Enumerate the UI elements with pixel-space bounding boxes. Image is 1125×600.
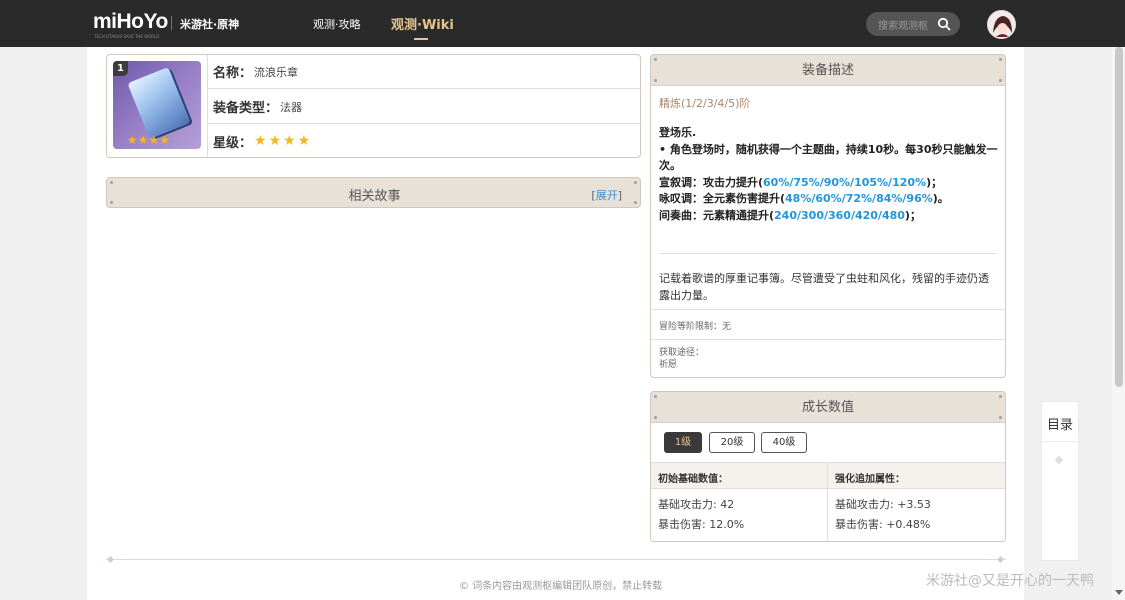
divider — [651, 339, 1005, 340]
flavor-text: 记载着歌谱的厚重记事簿。尽管遭受了虫蛀和风化，残留的手迹仍透露出力量。 — [659, 272, 989, 302]
nav-wiki-link[interactable]: 观测·Wiki — [391, 14, 454, 33]
corner-dot — [654, 395, 657, 398]
acquire-label: 获取途径： — [659, 348, 705, 358]
toc-title[interactable]: 目录 — [1047, 414, 1073, 433]
acquire-info: 获取途径： 祈愿 — [659, 347, 704, 371]
skill-line-prefix: 咏叹调：全元素伤害提升( — [659, 192, 786, 205]
skill-line: • 角色登场时，随机获得一个主题曲，持续10秒。每30秒只能触发一次。 — [659, 142, 998, 173]
expand-link[interactable]: 展开 — [596, 189, 618, 202]
level-tab-20[interactable]: 20级 — [709, 432, 755, 453]
type-row: 装备类型： 法器 — [208, 90, 641, 124]
corner-dot — [654, 58, 657, 61]
divider — [1042, 441, 1080, 442]
bonus-atk-value: 基础攻击力: +3.53 — [835, 498, 931, 511]
rarity-label: 星级： — [213, 135, 253, 151]
logo-tagline: TECH OTAKUS SAVE THE WORLD — [94, 34, 160, 39]
copyright-icon: © — [459, 581, 469, 592]
divider — [651, 309, 1005, 310]
bonus-crit-value: 暴击伤害: +0.48% — [835, 518, 931, 531]
skill-line: 宣叙调：攻击力提升(60%/75%/90%/105%/120%)； — [659, 175, 999, 192]
top-navbar: miHoYo TECH OTAKUS SAVE THE WORLD 米游社·原神… — [0, 0, 1125, 47]
footer-copyright: © 词条内容由观测枢编辑团队原创，禁止转载 — [459, 577, 662, 592]
rarity-row: 星级： ★★★★ — [208, 124, 641, 158]
corner-dot — [654, 79, 657, 82]
growth-values-panel: 成长数值 1级 20级 40级 初始基础数值： 强化追加属性： 基础攻击力: 4… — [650, 391, 1006, 542]
skill-line: 间奏曲：元素精通提升(240/300/360/420/480)； — [659, 208, 999, 225]
name-value: 流浪乐章 — [254, 65, 299, 79]
skill-description: 登场乐. • 角色登场时，随机获得一个主题曲，持续10秒。每30秒只能触发一次。… — [659, 125, 999, 224]
skill-line-prefix: 宣叙调：攻击力提升( — [659, 175, 764, 189]
scrollbar[interactable] — [1112, 47, 1125, 600]
book-icon — [127, 66, 191, 140]
weapon-image: 1 ★★★★ — [113, 61, 201, 149]
table-divider — [827, 462, 828, 541]
skill-values: 48%/60%/72%/84%/96% — [785, 192, 933, 205]
footer-text: 词条内容由观测枢编辑团队原创，禁止转载 — [472, 581, 663, 592]
skill-values: 240/300/360/420/480 — [774, 208, 905, 222]
user-avatar[interactable] — [987, 10, 1016, 39]
name-label: 名称： — [213, 66, 253, 81]
corner-dot — [999, 58, 1002, 61]
rarity-stars-icon: ★★★★ — [127, 133, 171, 147]
level-badge: 1 — [113, 61, 128, 76]
equipment-description-panel: 装备描述 精炼(1/2/3/4/5)阶 登场乐. • 角色登场时，随机获得一个主… — [650, 54, 1006, 378]
nav-active-indicator — [414, 38, 428, 40]
name-row: 名称： 流浪乐章 — [208, 55, 641, 89]
divider — [659, 253, 997, 254]
base-crit-value: 暴击伤害: 12.0% — [658, 518, 745, 531]
acquire-value: 祈愿 — [659, 360, 678, 370]
type-value: 法器 — [280, 100, 303, 114]
skill-line-prefix: 间奏曲：元素精通提升( — [659, 208, 775, 222]
skill-name: 登场乐. — [659, 126, 697, 139]
refine-selector[interactable]: 精炼(1/2/3/4/5)阶 — [659, 95, 750, 111]
skill-values: 60%/75%/90%/105%/120% — [763, 175, 927, 189]
growth-header: 成长数值 — [651, 392, 1005, 423]
story-title: 相关故事 — [348, 189, 401, 204]
corner-dot — [634, 181, 637, 184]
level-tab-40[interactable]: 40级 — [761, 432, 807, 453]
mihoyo-logo[interactable]: miHoYo — [93, 10, 168, 34]
base-stats-header: 初始基础数值： — [658, 474, 728, 485]
search-icon[interactable] — [937, 17, 951, 31]
search-input[interactable]: 搜索观测枢 — [878, 17, 928, 32]
footer-divider — [106, 559, 1006, 560]
star-icon: ★★★★ — [254, 133, 313, 149]
skill-line: 咏叹调：全元素伤害提升(48%/60%/72%/84%/96%)。 — [659, 191, 999, 208]
corner-dot — [654, 416, 657, 419]
corner-dot — [999, 79, 1002, 82]
table-of-contents[interactable]: 目录 — [1041, 401, 1080, 561]
skill-line-suffix: )； — [926, 175, 943, 189]
related-story-panel: 相关故事 [展开] — [106, 177, 641, 208]
corner-dot — [999, 395, 1002, 398]
type-label: 装备类型： — [213, 101, 279, 116]
scroll-down-arrow-icon[interactable] — [1115, 590, 1123, 595]
base-atk-value: 基础攻击力: 42 — [658, 498, 735, 511]
watermark: 米游社@又是开心的一天鸭 — [926, 573, 1094, 589]
corner-dot — [110, 181, 113, 184]
bonus-stats-header: 强化追加属性： — [835, 474, 905, 485]
description-title: 装备描述 — [801, 63, 854, 78]
search-box[interactable]: 搜索观测枢 — [866, 12, 960, 36]
level-tab-1[interactable]: 1级 — [664, 432, 702, 453]
growth-title: 成长数值 — [801, 400, 854, 415]
toc-item-icon[interactable] — [1054, 455, 1064, 465]
nav-guide-link[interactable]: 观测·攻略 — [313, 16, 361, 32]
level-limit-text: 冒险等阶限制：无 — [659, 322, 732, 332]
brand-divider — [171, 16, 172, 30]
stats-table-header: 初始基础数值： 强化追加属性： — [651, 462, 1005, 489]
expand-bracket-close: ] — [617, 189, 622, 202]
story-expand-button[interactable]: [展开] — [591, 187, 622, 203]
skill-line-suffix: )。 — [932, 192, 949, 205]
item-info-card: 1 ★★★★ 名称： 流浪乐章 装备类型： 法器 星级： ★★★★ — [106, 54, 641, 158]
corner-dot — [999, 416, 1002, 419]
description-header: 装备描述 — [651, 55, 1005, 86]
skill-line-suffix: )； — [904, 208, 921, 222]
brand-name[interactable]: 米游社·原神 — [180, 16, 239, 32]
scrollbar-thumb[interactable] — [1115, 47, 1123, 387]
